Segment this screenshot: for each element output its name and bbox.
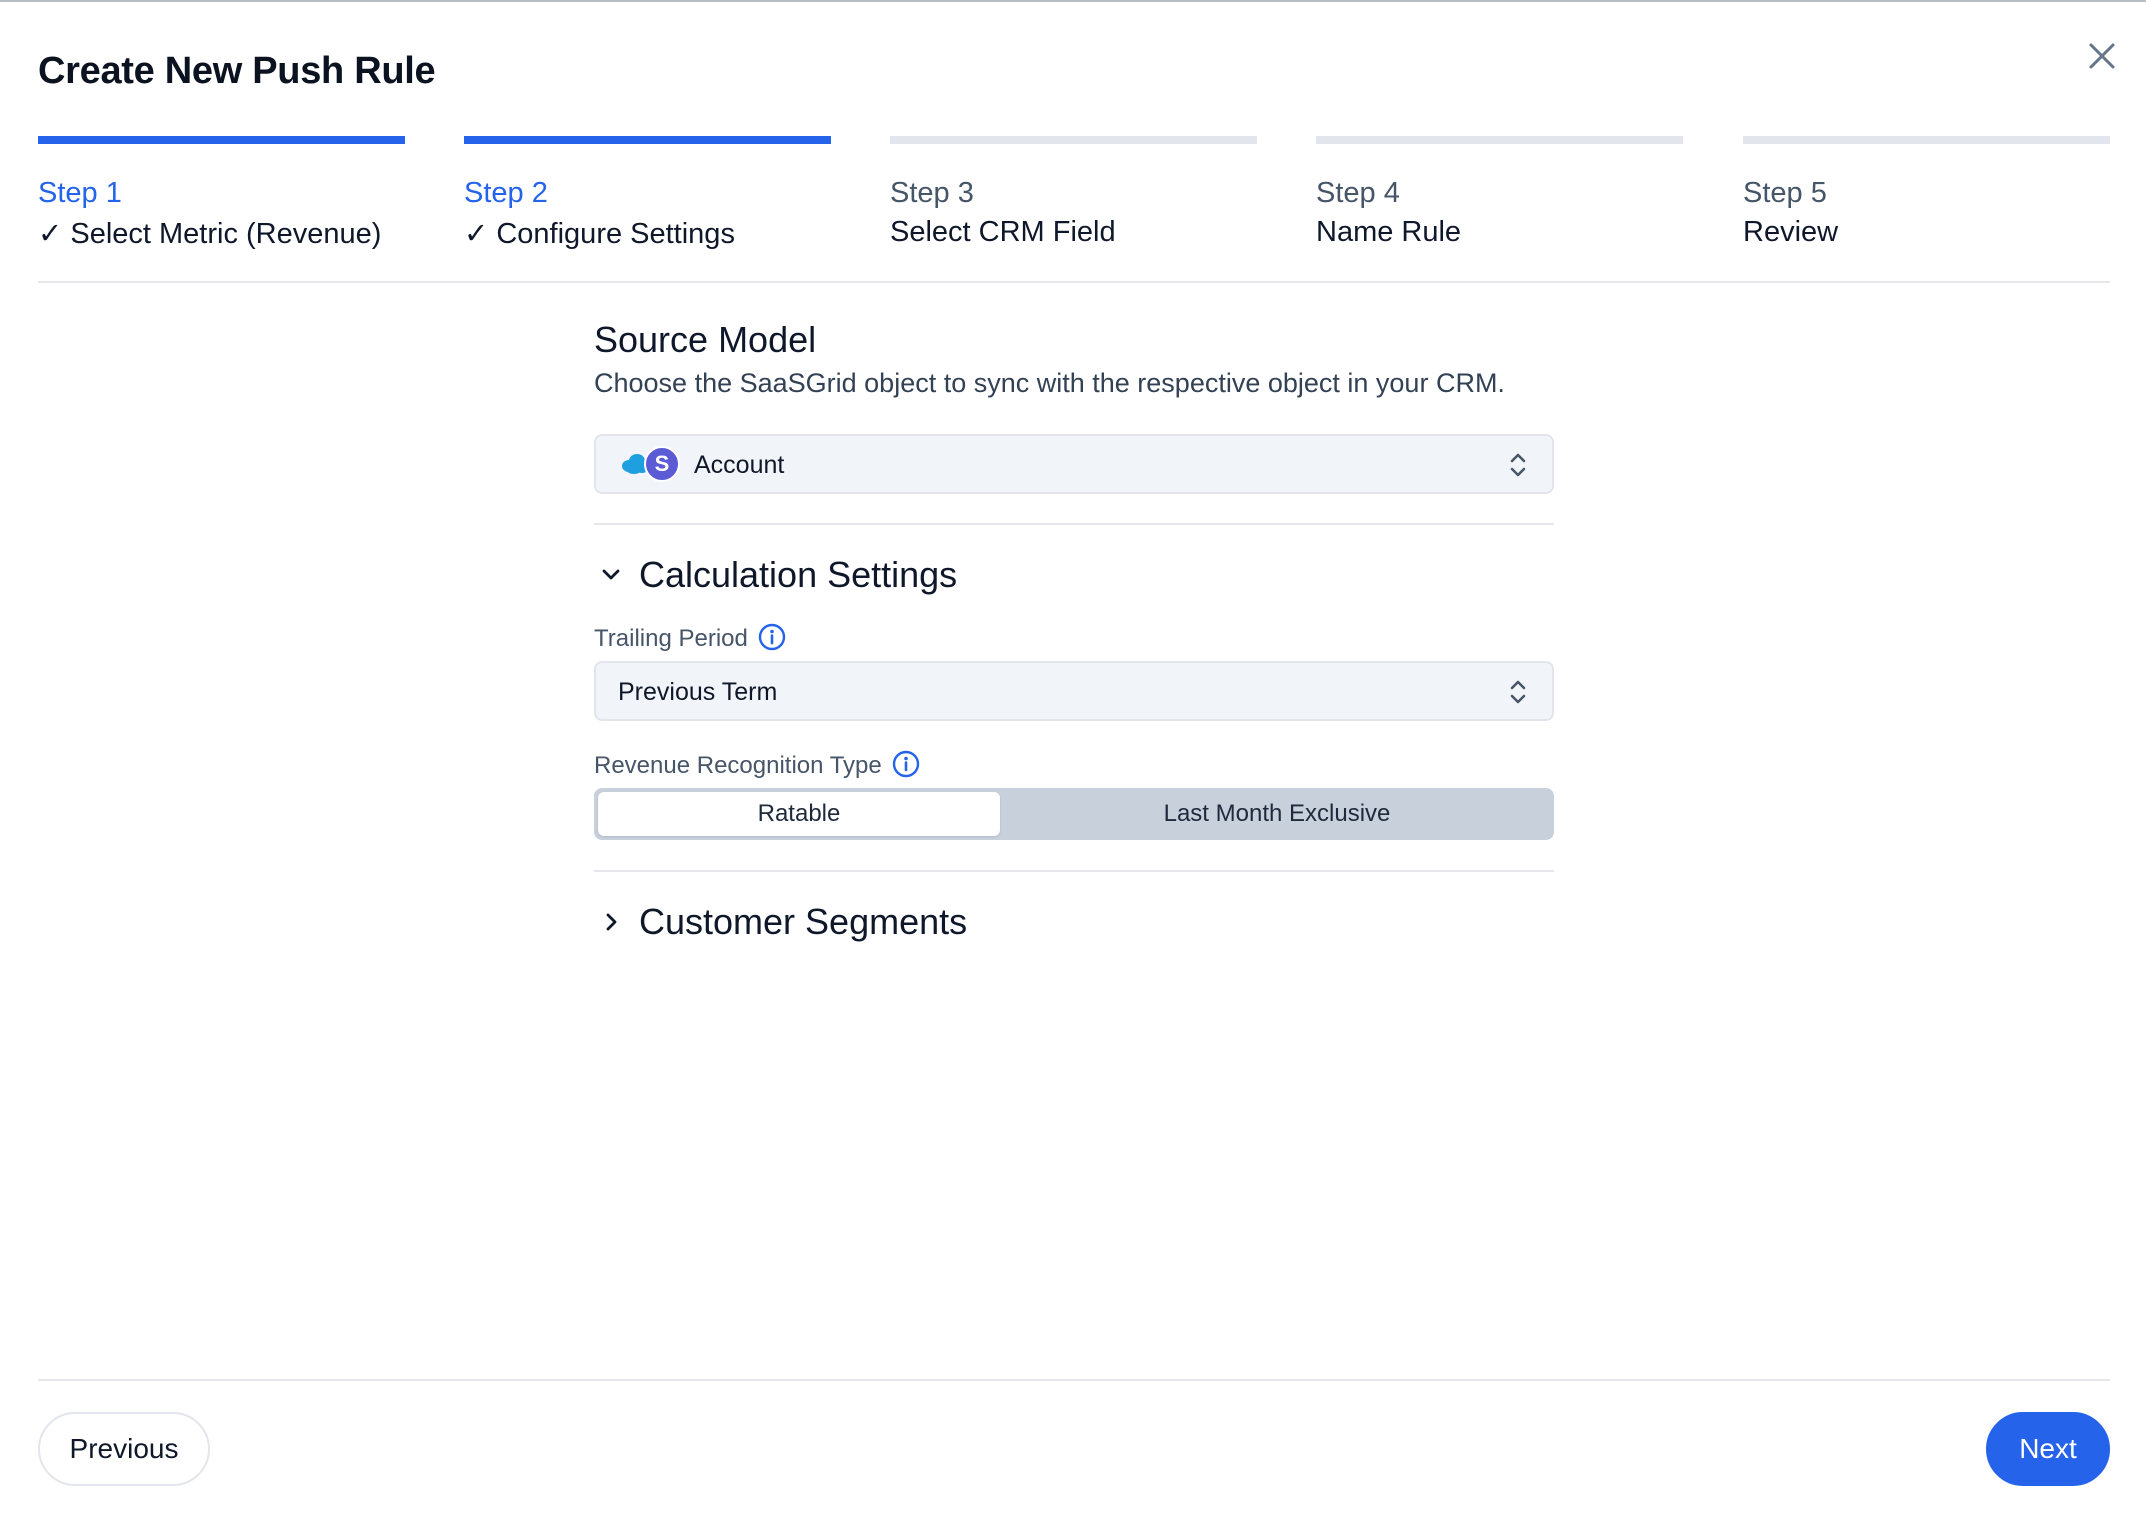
section-divider bbox=[594, 523, 1554, 525]
step-1[interactable]: Step 1 ✓ Select Metric (Revenue) bbox=[38, 136, 405, 256]
step-number: Step 3 bbox=[890, 177, 974, 209]
step-3[interactable]: Step 3 Select CRM Field bbox=[890, 136, 1257, 256]
source-model-select[interactable]: S Account bbox=[594, 434, 1554, 494]
source-model-title: Source Model bbox=[594, 319, 817, 360]
step-label: ✓ Configure Settings bbox=[464, 218, 735, 250]
customer-segments-title: Customer Segments bbox=[639, 901, 968, 942]
step-label: Review bbox=[1743, 216, 1839, 248]
step-progress-bar bbox=[890, 136, 1257, 144]
source-model-description: Choose the SaaSGrid object to sync with … bbox=[594, 368, 1505, 398]
previous-button[interactable]: Previous bbox=[38, 1412, 210, 1486]
step-progress-bar bbox=[1743, 136, 2110, 144]
footer-divider bbox=[38, 1379, 2110, 1381]
source-model-value: Account bbox=[694, 451, 785, 479]
step-progress-bar bbox=[1316, 136, 1683, 144]
step-number: Step 4 bbox=[1316, 177, 1400, 209]
step-progress-bar bbox=[38, 136, 405, 144]
revenue-recognition-label: Revenue Recognition Type bbox=[594, 752, 882, 779]
trailing-period-value: Previous Term bbox=[618, 678, 778, 706]
info-icon[interactable] bbox=[757, 622, 787, 652]
chevron-right-icon bbox=[606, 913, 617, 931]
saasgrid-logo-icon: S bbox=[644, 446, 680, 482]
step-progress-bar bbox=[464, 136, 831, 144]
step-label: Select CRM Field bbox=[890, 216, 1116, 248]
next-button[interactable]: Next bbox=[1986, 1412, 2110, 1486]
calculation-settings-toggle[interactable]: Calculation Settings bbox=[594, 550, 1554, 600]
dialog-title: Create New Push Rule bbox=[38, 50, 436, 92]
step-2[interactable]: Step 2 ✓ Configure Settings bbox=[464, 136, 831, 256]
info-icon[interactable] bbox=[891, 749, 921, 779]
option-last-month-exclusive[interactable]: Last Month Exclusive bbox=[1004, 792, 1550, 836]
chevron-down-icon bbox=[602, 569, 620, 580]
stepper: Step 1 ✓ Select Metric (Revenue) Step 2 … bbox=[38, 136, 2110, 256]
push-rule-dialog: Create New Push Rule Step 1 ✓ Select Met… bbox=[0, 0, 2146, 1528]
chevron-up-down-icon bbox=[1510, 680, 1526, 704]
close-icon bbox=[2089, 43, 2115, 69]
trailing-period-label: Trailing Period bbox=[594, 625, 748, 652]
header-divider bbox=[38, 281, 2110, 283]
step-5[interactable]: Step 5 Review bbox=[1743, 136, 2110, 256]
step-label: ✓ Select Metric (Revenue) bbox=[38, 218, 382, 250]
close-button[interactable] bbox=[2082, 36, 2122, 76]
step-number: Step 5 bbox=[1743, 177, 1827, 209]
step-number: Step 1 bbox=[38, 177, 122, 209]
revenue-recognition-toggle: Ratable Last Month Exclusive bbox=[594, 788, 1554, 840]
chevron-up-down-icon bbox=[1510, 453, 1526, 477]
trailing-period-select[interactable]: Previous Term bbox=[594, 661, 1554, 721]
option-ratable[interactable]: Ratable bbox=[598, 792, 1000, 836]
step-number: Step 2 bbox=[464, 177, 548, 209]
customer-segments-toggle[interactable]: Customer Segments bbox=[594, 897, 1554, 947]
step-4[interactable]: Step 4 Name Rule bbox=[1316, 136, 1683, 256]
step-label: Name Rule bbox=[1316, 216, 1462, 248]
calculation-settings-title: Calculation Settings bbox=[639, 554, 958, 595]
section-divider bbox=[594, 870, 1554, 872]
